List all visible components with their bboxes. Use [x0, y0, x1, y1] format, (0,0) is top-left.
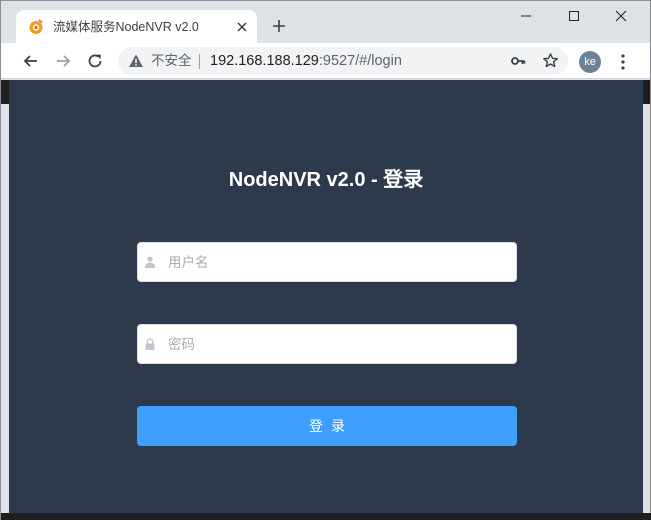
- tab-title: 流媒体服务NodeNVR v2.0: [53, 20, 199, 34]
- bookmark-star-icon[interactable]: [542, 52, 559, 69]
- more-menu-icon[interactable]: [616, 53, 630, 71]
- profile-avatar[interactable]: ke: [579, 51, 601, 73]
- browser-window: 流媒体服务NodeNVR v2.0 不安全 192.168.188.129:95…: [0, 0, 651, 520]
- maximize-button[interactable]: [551, 1, 597, 31]
- minimize-icon: [521, 15, 531, 17]
- warning-icon[interactable]: [128, 53, 144, 69]
- window-bottom-edge: [1, 513, 651, 520]
- url-host: 192.168.188.129: [210, 53, 319, 69]
- key-icon[interactable]: [510, 53, 526, 69]
- close-tab-icon[interactable]: [234, 19, 250, 35]
- username-input[interactable]: [160, 243, 510, 281]
- security-status[interactable]: 不安全: [151, 53, 192, 69]
- address-bar[interactable]: 不安全 192.168.188.129:9527/#/login: [118, 47, 568, 75]
- password-field[interactable]: [137, 324, 517, 364]
- new-tab-icon[interactable]: [271, 18, 287, 34]
- back-arrow-icon[interactable]: [22, 52, 40, 70]
- login-button[interactable]: 登录: [137, 406, 517, 446]
- forward-arrow-icon[interactable]: [54, 52, 72, 70]
- tab-strip: 流媒体服务NodeNVR v2.0: [1, 1, 650, 43]
- password-input[interactable]: [160, 325, 510, 363]
- browser-tab[interactable]: 流媒体服务NodeNVR v2.0: [16, 10, 257, 43]
- nodenvr-logo-icon: [29, 19, 43, 34]
- lock-icon: [145, 338, 155, 350]
- username-field[interactable]: [137, 242, 517, 282]
- close-icon: [615, 10, 627, 22]
- close-window-button[interactable]: [598, 1, 644, 31]
- address-divider: [199, 54, 200, 69]
- minimize-button[interactable]: [503, 1, 549, 31]
- reload-icon[interactable]: [86, 52, 104, 70]
- url-text[interactable]: 192.168.188.129:9527/#/login: [210, 53, 402, 69]
- maximize-icon: [569, 11, 579, 21]
- browser-toolbar: 不安全 192.168.188.129:9527/#/login: [1, 43, 650, 79]
- url-path: :9527/#/login: [318, 53, 402, 69]
- login-page: NodeNVR v2.0 - 登录 登录: [9, 80, 643, 513]
- user-icon: [145, 256, 155, 268]
- page-title: NodeNVR v2.0 - 登录: [228, 169, 424, 191]
